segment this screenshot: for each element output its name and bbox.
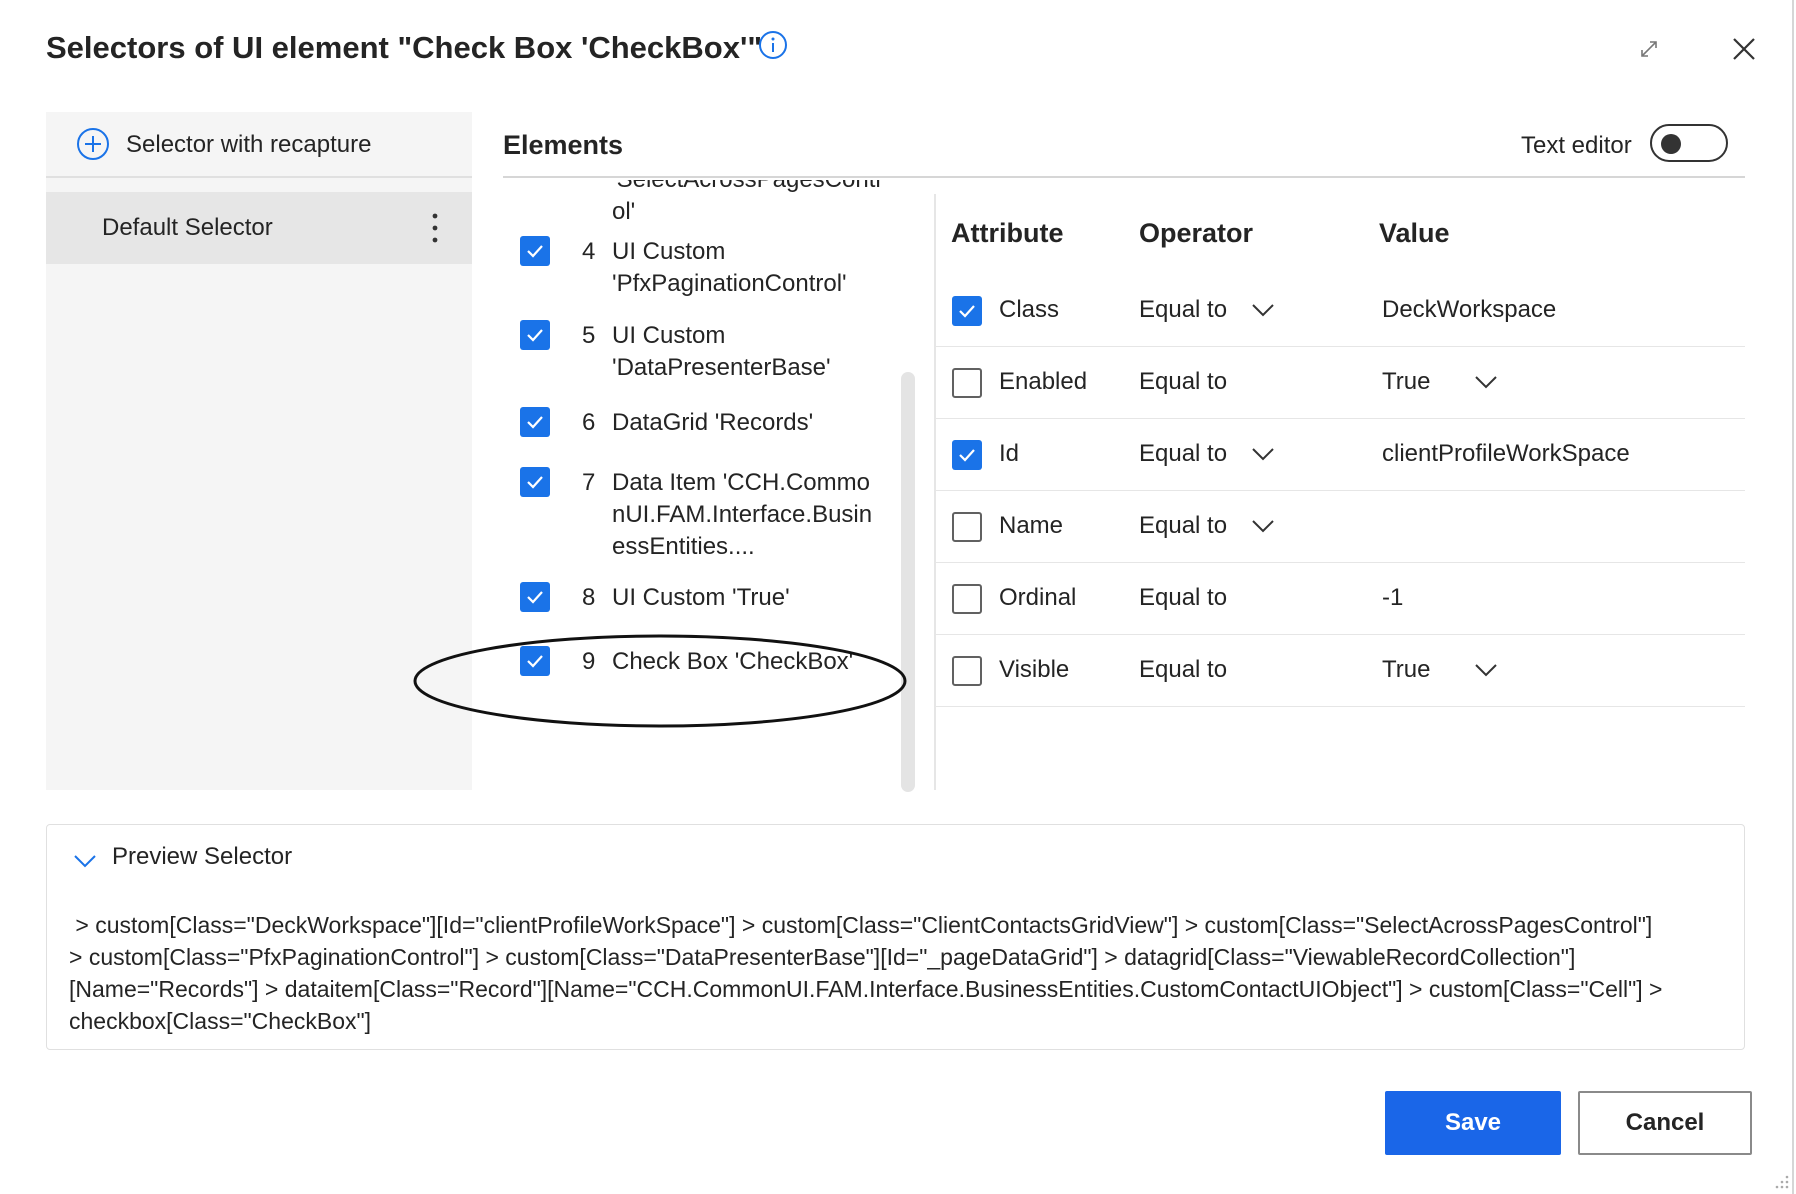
tree-item-number: 8 — [582, 584, 596, 611]
chevron-down-icon[interactable] — [1474, 662, 1498, 678]
expand-icon[interactable] — [1636, 36, 1662, 62]
value-dropdown[interactable]: True — [1382, 368, 1430, 396]
operator-column-header: Operator — [1139, 218, 1254, 248]
attribute-value[interactable]: -1 — [1382, 584, 1403, 612]
checked-checkbox[interactable] — [520, 467, 550, 497]
attribute-value[interactable]: clientProfileWorkSpace — [1382, 440, 1630, 468]
operator-dropdown[interactable]: Equal to — [1139, 296, 1227, 324]
tree-item-text: DataGrid 'Records' — [612, 409, 814, 436]
attribute-name: Id — [999, 440, 1020, 467]
add-circle-icon — [77, 128, 109, 160]
selector-preview-line: > custom[Class="DeckWorkspace"][Id="clie… — [69, 912, 1653, 938]
tree-item-text: UI Custom 'PfxPaginationControl' — [612, 238, 847, 297]
tree-item-text: 'SelectAcrossPagesContr ol' — [612, 180, 883, 228]
attribute-name: Name — [999, 512, 1064, 539]
attribute-row-visible: Visible Equal to True — [936, 634, 1745, 707]
annotation-ellipse — [413, 634, 907, 728]
selector-preview-line: [Name="Records"] > dataitem[Class="Recor… — [69, 976, 1663, 1002]
preview-selector-title[interactable]: Preview Selector — [112, 843, 292, 871]
chevron-down-icon[interactable] — [1251, 518, 1275, 534]
attribute-row-class: Class Equal to DeckWorkspace — [936, 274, 1745, 347]
text-editor-label: Text editor — [1521, 132, 1632, 159]
tree-item-number: 4 — [582, 238, 596, 265]
attribute-name: Enabled — [999, 368, 1088, 395]
value-dropdown[interactable]: True — [1382, 656, 1430, 684]
attribute-name: Ordinal — [999, 584, 1077, 611]
attribute-row-name: Name Equal to — [936, 490, 1745, 563]
tree-item-number: 6 — [582, 409, 596, 436]
info-icon[interactable] — [758, 30, 788, 60]
resize-grip-icon[interactable] — [1772, 1172, 1790, 1190]
operator-label: Equal to — [1139, 368, 1228, 395]
attribute-value[interactable]: DeckWorkspace — [1382, 296, 1556, 324]
selector-item-label: Default Selector — [102, 214, 273, 241]
dialog-title: Selectors of UI element "Check Box 'Chec… — [46, 30, 763, 65]
selector-item-default[interactable]: Default Selector — [46, 192, 472, 264]
selector-preview-text: > custom[Class="DeckWorkspace"][Id="clie… — [69, 909, 1709, 1037]
checked-checkbox[interactable] — [520, 236, 550, 266]
operator-label: Equal to — [1139, 656, 1228, 683]
header-divider — [503, 176, 1745, 178]
operator-dropdown[interactable]: Equal to — [1139, 512, 1227, 540]
tree-item-text: UI Custom 'True' — [612, 584, 790, 611]
operator-dropdown[interactable]: Equal to — [1139, 440, 1227, 468]
tree-item-number: 5 — [582, 322, 596, 349]
text-editor-toggle[interactable] — [1650, 124, 1728, 162]
attribute-name: Visible — [999, 656, 1070, 683]
more-options-icon[interactable] — [430, 208, 440, 248]
chevron-down-icon[interactable] — [73, 853, 97, 869]
attribute-row-id: Id Equal to clientProfileWorkSpace — [936, 418, 1745, 491]
selector-with-recapture-button[interactable]: Selector with recapture — [46, 112, 472, 178]
tree-item-text-line: ol' — [612, 198, 636, 225]
chevron-down-icon[interactable] — [1251, 446, 1275, 462]
attribute-row-enabled: Enabled Equal to True — [936, 346, 1745, 419]
operator-label: Equal to — [1139, 584, 1228, 611]
unchecked-checkbox[interactable] — [952, 368, 982, 398]
tree-item-text: Data Item 'CCH.CommonUI.FAM.Interface.Bu… — [612, 469, 873, 560]
checked-checkbox[interactable] — [520, 582, 550, 612]
checked-checkbox[interactable] — [952, 440, 982, 470]
cancel-button[interactable]: Cancel — [1578, 1091, 1752, 1155]
recapture-label: Selector with recapture — [126, 131, 372, 158]
elements-heading: Elements — [503, 130, 624, 160]
tree-item-text-line: 'SelectAcrossPagesContr — [612, 180, 883, 196]
selectors-dialog: Selectors of UI element "Check Box 'Chec… — [0, 0, 1794, 1194]
chevron-down-icon[interactable] — [1251, 302, 1275, 318]
tree-item-text: UI Custom 'DataPresenterBase' — [612, 322, 831, 381]
unchecked-checkbox[interactable] — [952, 512, 982, 542]
tree-scrollbar[interactable] — [901, 372, 915, 792]
value-column-header: Value — [1379, 218, 1450, 248]
save-button[interactable]: Save — [1385, 1091, 1561, 1155]
unchecked-checkbox[interactable] — [952, 584, 982, 614]
checked-checkbox[interactable] — [952, 296, 982, 326]
checked-checkbox[interactable] — [520, 320, 550, 350]
close-icon[interactable] — [1729, 34, 1759, 64]
unchecked-checkbox[interactable] — [952, 656, 982, 686]
attribute-name: Class — [999, 296, 1060, 323]
attribute-row-ordinal: Ordinal Equal to -1 — [936, 562, 1745, 635]
attribute-column-header: Attribute — [951, 218, 1064, 248]
tree-item-number: 7 — [582, 469, 596, 496]
chevron-down-icon[interactable] — [1474, 374, 1498, 390]
preview-selector-panel: Preview Selector > custom[Class="DeckWor… — [46, 824, 1745, 1050]
selector-preview-line: checkbox[Class="CheckBox"] — [69, 1008, 372, 1034]
selector-list-panel: Selector with recapture Default Selector — [46, 112, 472, 790]
selector-preview-line: > custom[Class="PfxPaginationControl"] >… — [69, 944, 1576, 970]
toggle-knob — [1661, 134, 1681, 154]
checked-checkbox[interactable] — [520, 407, 550, 437]
